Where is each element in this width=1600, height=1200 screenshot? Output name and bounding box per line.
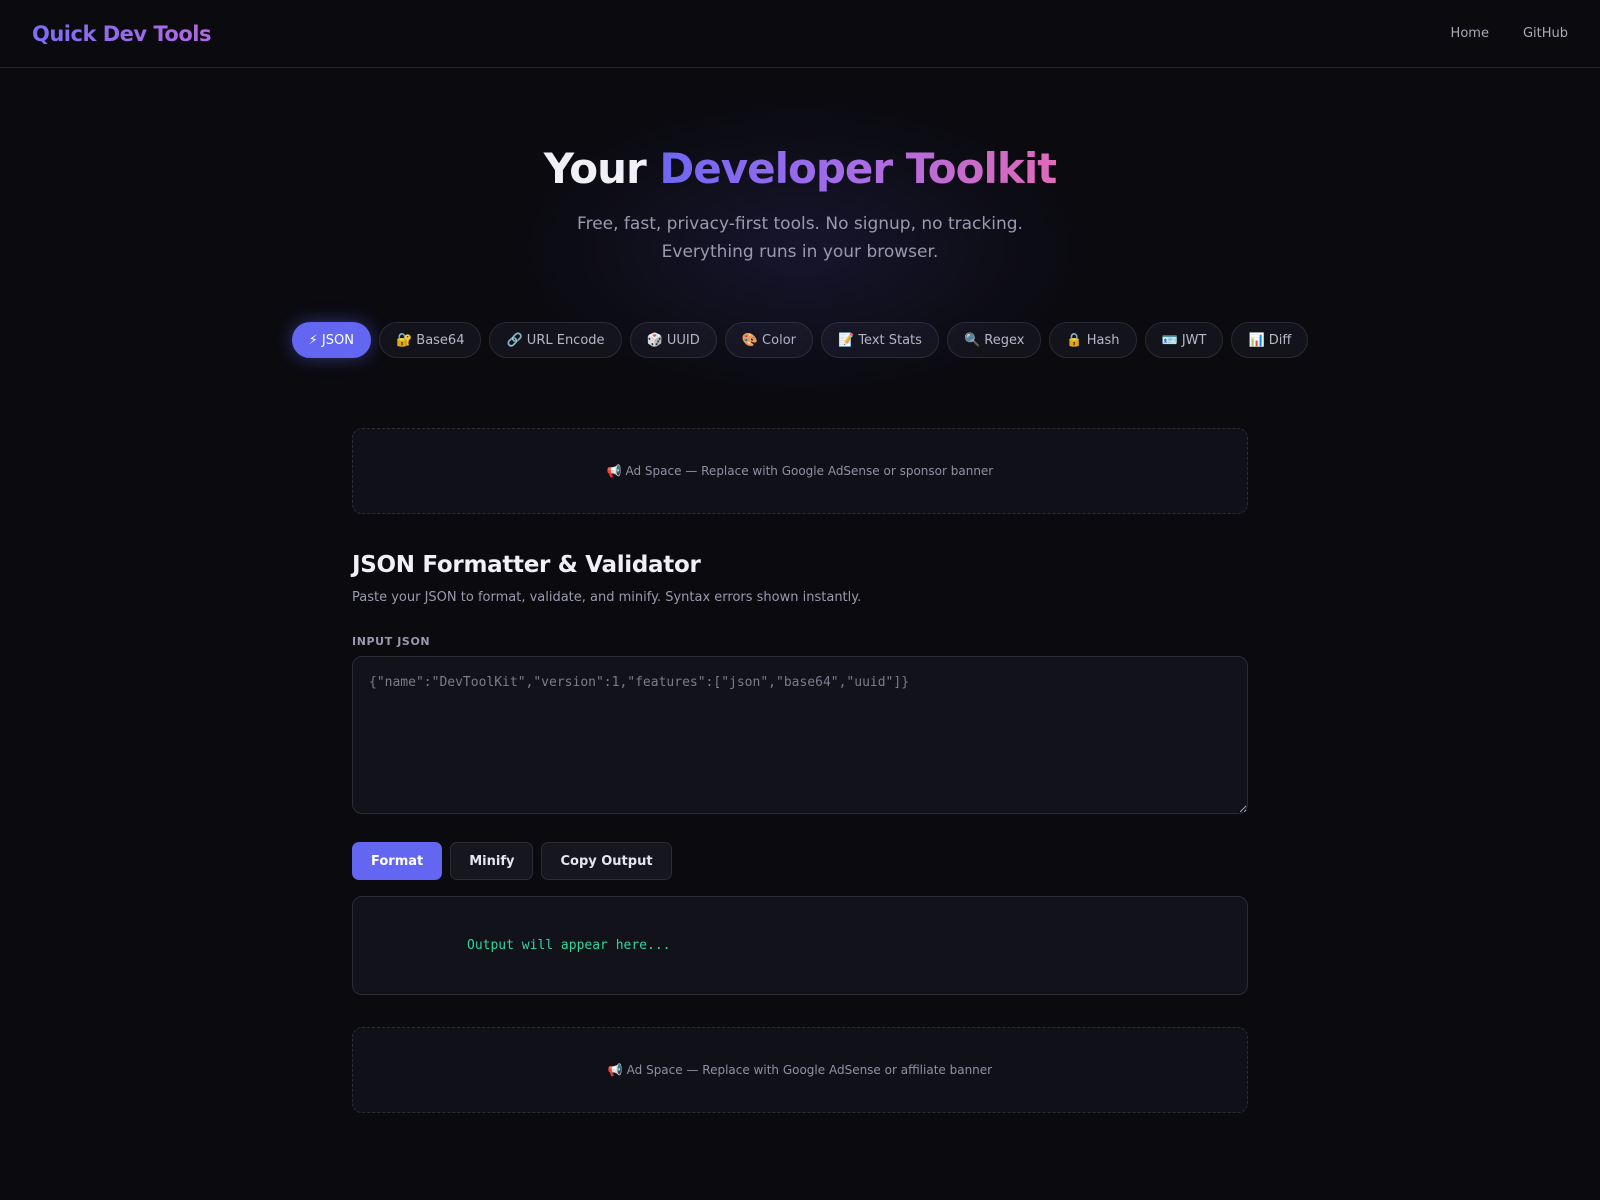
tab-url-encode[interactable]: 🔗 URL Encode: [489, 322, 622, 359]
input-json-label: INPUT JSON: [352, 635, 431, 649]
nav-link-home[interactable]: Home: [1451, 26, 1489, 41]
json-output[interactable]: Output will appear here...: [352, 896, 1248, 996]
tab-color[interactable]: 🎨 Color: [724, 322, 813, 359]
nav-links: Home GitHub: [1451, 26, 1568, 41]
ad-banner-top-text: 📢 Ad Space — Replace with Google AdSense…: [606, 464, 994, 479]
tab-hash[interactable]: 🔒 Hash: [1049, 322, 1137, 359]
format-button[interactable]: Format: [352, 842, 443, 881]
minify-button[interactable]: Minify: [450, 842, 534, 881]
hero-section: Your Developer Toolkit Free, fast, priva…: [0, 68, 1600, 408]
hero-subtitle: Free, fast, privacy-first tools. No sign…: [577, 214, 1023, 263]
json-input[interactable]: [352, 656, 1248, 815]
tool-tabs: ⚡ JSON 🔐 Base64 🔗 URL Encode 🎲 UUID 🎨 Co…: [0, 322, 1600, 359]
tab-text-stats[interactable]: 📝 Text Stats: [821, 322, 939, 359]
tab-jwt[interactable]: 🪪 JWT: [1144, 322, 1224, 359]
hero-title-prefix: Your: [543, 144, 660, 193]
tool-title: JSON Formatter & Validator: [352, 552, 701, 579]
tab-regex[interactable]: 🔍 Regex: [946, 322, 1042, 359]
hero-title: Your Developer Toolkit: [0, 144, 1600, 194]
tab-diff[interactable]: 📊 Diff: [1231, 322, 1309, 359]
top-navbar: Quick Dev Tools Home GitHub: [0, 0, 1600, 68]
tab-base64[interactable]: 🔐 Base64: [378, 322, 482, 359]
tab-uuid[interactable]: 🎲 UUID: [629, 322, 717, 359]
ad-banner-bottom[interactable]: 📢 Ad Space — Replace with Google AdSense…: [352, 1027, 1248, 1114]
ad-banner-bottom-text: 📢 Ad Space — Replace with Google AdSense…: [607, 1063, 993, 1078]
tool-content: 📢 Ad Space — Replace with Google AdSense…: [352, 428, 1248, 1114]
tool-description: Paste your JSON to format, validate, and…: [352, 590, 862, 606]
action-buttons: Format Minify Copy Output: [352, 842, 1248, 881]
copy-output-button[interactable]: Copy Output: [541, 842, 672, 881]
brand-logo[interactable]: Quick Dev Tools: [32, 22, 212, 46]
hero-title-accent: Developer Toolkit: [659, 144, 1057, 193]
tab-json[interactable]: ⚡ JSON: [291, 322, 371, 359]
nav-link-github[interactable]: GitHub: [1523, 26, 1568, 41]
ad-banner-top[interactable]: 📢 Ad Space — Replace with Google AdSense…: [352, 428, 1248, 515]
output-placeholder: Output will appear here...: [467, 938, 671, 954]
